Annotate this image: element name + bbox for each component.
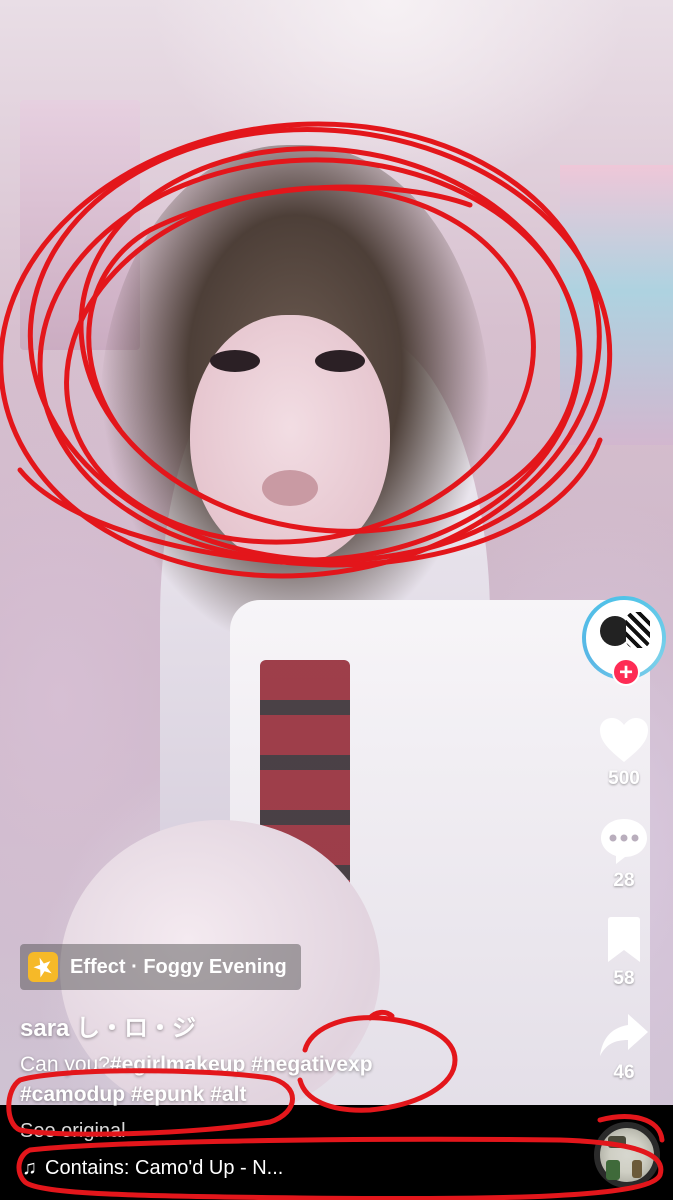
wall-poster-right [560,165,673,445]
hashtag-epunk[interactable]: #epunk [131,1083,205,1106]
caption-line-1: Can you?#egirlmakeup #negativexp [20,1050,460,1080]
music-title: Contains: Camo'd Up - N... [45,1157,284,1179]
disc-art [632,1160,642,1178]
hashtag-egirlmakeup[interactable]: #egirlmakeup [110,1053,245,1076]
sparkle-icon [28,952,58,982]
hashtag-alt[interactable]: #alt [210,1083,246,1106]
share-count: 46 [613,1062,635,1083]
lips [262,470,318,506]
follow-button[interactable]: + [612,658,640,686]
video-caption: Can you?#egirlmakeup #negativexp #camodu… [20,1050,460,1110]
save-count: 58 [613,968,635,989]
like-count: 500 [608,768,640,789]
heart-icon [600,718,648,762]
hashtag-negativexp[interactable]: #negativexp [251,1053,372,1076]
save-button[interactable]: 58 [578,916,670,990]
comment-icon [601,819,647,864]
comment-button[interactable]: 28 [578,816,670,892]
share-arrow-icon [600,1014,648,1056]
creator-avatar[interactable]: + [582,596,668,686]
comment-count: 28 [613,870,635,891]
creator-username[interactable]: sara し・ロ・ジ [20,1008,196,1043]
effect-label: Effect · Foggy Evening [70,955,287,978]
caption-lead: Can you? [20,1053,110,1076]
see-original-link[interactable]: See original [20,1120,126,1143]
effect-chip[interactable]: Effect · Foggy Evening [20,944,301,990]
music-disc-icon[interactable] [594,1122,660,1188]
caption-line-2: #camodup #epunk #alt [20,1080,460,1110]
bookmark-icon [608,917,640,962]
share-button[interactable]: 46 [578,1012,670,1084]
video-player[interactable] [0,0,673,1105]
left-eye [210,350,260,372]
right-eye [315,350,365,372]
music-note-icon: ♫ [22,1157,37,1179]
disc-art [608,1136,626,1148]
music-info[interactable]: ♫ Contains: Camo'd Up - N... [22,1157,283,1180]
hashtag-camodup[interactable]: #camodup [20,1083,125,1106]
disc-art [606,1160,620,1180]
like-button[interactable]: 500 [578,716,670,790]
